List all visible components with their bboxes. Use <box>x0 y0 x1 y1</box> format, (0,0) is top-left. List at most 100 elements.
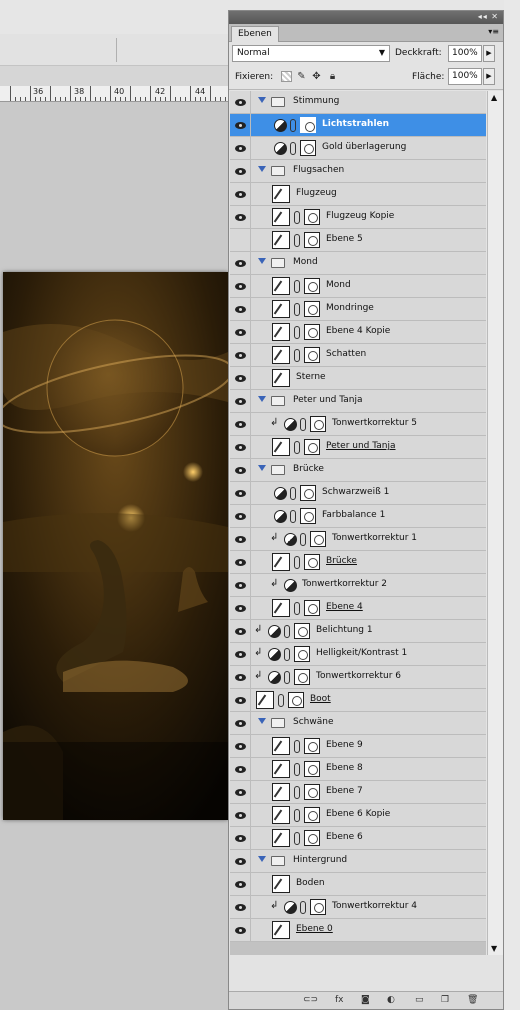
visibility-toggle[interactable] <box>230 827 251 849</box>
link-icon[interactable]: ⊂⊃ <box>303 995 318 1005</box>
layer-row[interactable]: Flugzeug <box>230 183 486 206</box>
lock-pixels-icon[interactable]: ✎ <box>296 71 307 82</box>
layer-thumbnail[interactable] <box>272 737 290 755</box>
opacity-input[interactable]: 100% <box>448 45 482 62</box>
layer-row[interactable]: Farbbalance 1 <box>230 505 486 528</box>
layer-row[interactable]: Ebene 7 <box>230 781 486 804</box>
layer-group-row[interactable]: Flugsachen <box>230 160 486 183</box>
visibility-toggle[interactable] <box>230 551 251 573</box>
layer-mask-thumbnail[interactable] <box>300 485 316 501</box>
layer-mask-thumbnail[interactable] <box>310 531 326 547</box>
layer-mask-thumbnail[interactable] <box>304 324 320 340</box>
adjustment-icon[interactable]: ◐ <box>387 995 395 1005</box>
new-layer-icon[interactable]: ❐ <box>441 995 449 1005</box>
expand-triangle-icon[interactable] <box>258 465 266 471</box>
layer-thumbnail[interactable] <box>272 300 290 318</box>
visibility-toggle[interactable] <box>230 505 251 527</box>
collapse-icon[interactable]: ◂◂ ✕ <box>478 12 499 21</box>
expand-triangle-icon[interactable] <box>258 258 266 264</box>
layer-row[interactable]: Ebene 6 Kopie <box>230 804 486 827</box>
layer-row[interactable]: Flugzeug Kopie <box>230 206 486 229</box>
layer-thumbnail[interactable] <box>272 438 290 456</box>
layer-row[interactable]: Schwarzweiß 1 <box>230 482 486 505</box>
layer-row[interactable]: Boot <box>230 689 486 712</box>
layer-thumbnail[interactable] <box>272 346 290 364</box>
layer-group-row[interactable]: Schwäne <box>230 712 486 735</box>
visibility-toggle[interactable] <box>230 758 251 780</box>
fx-icon[interactable]: fx <box>335 995 344 1005</box>
layer-mask-thumbnail[interactable] <box>300 508 316 524</box>
scroll-up-icon[interactable]: ▲ <box>491 93 497 102</box>
layer-mask-thumbnail[interactable] <box>304 830 320 846</box>
layer-mask-thumbnail[interactable] <box>304 439 320 455</box>
visibility-toggle[interactable] <box>230 344 251 366</box>
layer-mask-thumbnail[interactable] <box>304 232 320 248</box>
layer-row[interactable]: Brücke <box>230 551 486 574</box>
visibility-toggle[interactable] <box>230 114 251 136</box>
layer-row[interactable]: Peter und Tanja <box>230 436 486 459</box>
visibility-toggle[interactable] <box>230 298 251 320</box>
layer-mask-thumbnail[interactable] <box>304 784 320 800</box>
layer-row[interactable]: ↲ Tonwertkorrektur 2 <box>230 574 486 597</box>
layer-thumbnail[interactable] <box>256 691 274 709</box>
layer-mask-thumbnail[interactable] <box>288 692 304 708</box>
layer-mask-thumbnail[interactable] <box>304 301 320 317</box>
document-image[interactable] <box>3 272 228 820</box>
layer-group-row[interactable]: Mond <box>230 252 486 275</box>
visibility-toggle[interactable] <box>230 850 251 872</box>
layer-row[interactable]: ↲ Belichtung 1 <box>230 620 486 643</box>
scroll-down-icon[interactable]: ▼ <box>491 944 497 953</box>
layer-mask-thumbnail[interactable] <box>304 761 320 777</box>
mask-icon[interactable]: ◙ <box>361 995 370 1005</box>
folder-icon[interactable]: ▭ <box>415 995 424 1005</box>
layer-row[interactable]: ↲ Tonwertkorrektur 4 <box>230 896 486 919</box>
layer-row[interactable]: ↲ Helligkeit/Kontrast 1 <box>230 643 486 666</box>
layer-row[interactable]: Ebene 4 <box>230 597 486 620</box>
lock-transparency-icon[interactable] <box>281 71 292 82</box>
layer-mask-thumbnail[interactable] <box>304 738 320 754</box>
visibility-toggle[interactable] <box>230 896 251 918</box>
visibility-toggle[interactable] <box>230 873 251 895</box>
lock-all-icon[interactable]: 🔒︎ <box>327 71 338 82</box>
visibility-toggle[interactable] <box>230 528 251 550</box>
layer-row[interactable]: Mond <box>230 275 486 298</box>
layer-mask-thumbnail[interactable] <box>304 554 320 570</box>
lock-position-icon[interactable]: ✥ <box>311 71 322 82</box>
panel-titlebar[interactable]: ◂◂ ✕ <box>229 11 503 24</box>
layer-row[interactable]: Gold überlagerung <box>230 137 486 160</box>
layer-thumbnail[interactable] <box>272 231 290 249</box>
visibility-toggle[interactable] <box>230 275 251 297</box>
layer-mask-thumbnail[interactable] <box>300 117 316 133</box>
layer-row[interactable]: Ebene 8 <box>230 758 486 781</box>
layer-row[interactable]: Ebene 6 <box>230 827 486 850</box>
layer-row[interactable]: Boden <box>230 873 486 896</box>
layer-thumbnail[interactable] <box>272 875 290 893</box>
visibility-toggle[interactable] <box>230 597 251 619</box>
layer-row[interactable]: Schatten <box>230 344 486 367</box>
layer-row[interactable]: ↲ Tonwertkorrektur 6 <box>230 666 486 689</box>
visibility-toggle[interactable] <box>230 160 251 182</box>
panel-menu-icon[interactable]: ▾≡ <box>488 27 499 36</box>
fill-slider-button[interactable]: ▶ <box>483 68 495 85</box>
layer-row[interactable]: Ebene 9 <box>230 735 486 758</box>
layer-mask-thumbnail[interactable] <box>304 347 320 363</box>
layer-thumbnail[interactable] <box>272 921 290 939</box>
layer-row[interactable]: ↲ Tonwertkorrektur 5 <box>230 413 486 436</box>
layer-group-row[interactable]: Brücke <box>230 459 486 482</box>
visibility-toggle[interactable] <box>230 689 251 711</box>
visibility-toggle[interactable] <box>230 321 251 343</box>
visibility-toggle[interactable] <box>230 252 251 274</box>
visibility-toggle[interactable] <box>230 620 251 642</box>
visibility-toggle[interactable] <box>230 804 251 826</box>
layer-row[interactable]: Ebene 0 <box>230 919 486 942</box>
layer-thumbnail[interactable] <box>272 208 290 226</box>
visibility-toggle[interactable] <box>230 482 251 504</box>
visibility-toggle[interactable] <box>230 919 251 941</box>
fill-input[interactable]: 100% <box>448 68 482 85</box>
layer-thumbnail[interactable] <box>272 323 290 341</box>
visibility-toggle[interactable] <box>230 91 251 113</box>
layer-group-row[interactable]: Stimmung <box>230 91 486 114</box>
layer-thumbnail[interactable] <box>272 369 290 387</box>
expand-triangle-icon[interactable] <box>258 396 266 402</box>
layer-thumbnail[interactable] <box>272 185 290 203</box>
